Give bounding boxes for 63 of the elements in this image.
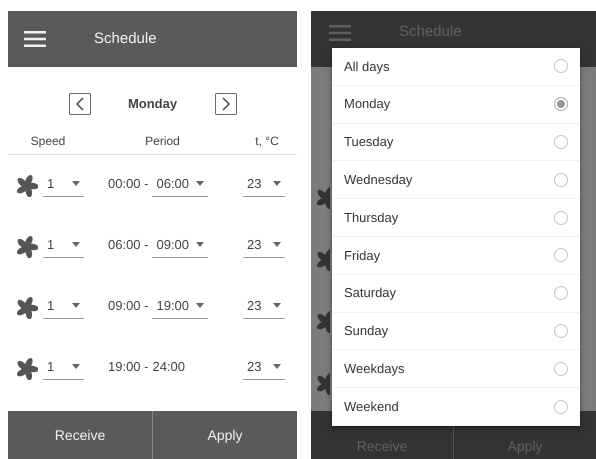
column-header: Speed (30, 133, 66, 150)
period-end: 24:00 (152, 358, 186, 376)
radio-button[interactable] (554, 134, 568, 149)
radio-button[interactable] (554, 324, 568, 338)
fan-icon (16, 358, 38, 380)
column-header: t, °C (254, 133, 280, 150)
fan-icon (16, 236, 38, 258)
day-option[interactable]: Wednesday (332, 161, 580, 200)
caret-icon (72, 181, 80, 186)
radio-button[interactable] (554, 286, 568, 300)
caret-icon (196, 181, 204, 186)
caret-icon (273, 364, 281, 369)
caret-icon (196, 242, 204, 247)
day-option[interactable]: Monday (332, 86, 580, 124)
caret-icon (273, 303, 281, 308)
screen-title: Schedule (94, 28, 157, 49)
radio-button[interactable] (554, 400, 568, 414)
period-end-dropdown[interactable]: 19:00 (152, 296, 208, 320)
day-option[interactable]: Saturday (332, 274, 580, 313)
period-start: 00:00 - (108, 174, 148, 193)
speed-dropdown[interactable]: 1 (43, 174, 84, 198)
fan-icon (16, 296, 38, 318)
temperature-dropdown[interactable]: 23 (243, 356, 285, 380)
day-option[interactable]: All days (332, 48, 580, 86)
caret-icon (273, 242, 281, 247)
speed-dropdown[interactable]: 1 (43, 356, 84, 380)
temperature-dropdown[interactable]: 23 (243, 234, 285, 258)
next-day-button[interactable] (214, 93, 236, 115)
temperature-dropdown[interactable]: 23 (243, 296, 285, 320)
chevron-left-icon (74, 97, 84, 111)
radio-button[interactable] (554, 210, 568, 225)
speed-dropdown[interactable]: 1 (43, 234, 84, 258)
day-option[interactable]: Friday (332, 236, 580, 275)
radio-button[interactable] (554, 59, 568, 74)
fan-icon (16, 174, 38, 196)
day-option[interactable]: Sunday (332, 312, 580, 350)
period-end-dropdown[interactable]: 09:00 (152, 234, 208, 258)
caret-icon (273, 181, 281, 186)
radio-button[interactable] (554, 97, 568, 112)
day-option[interactable]: Tuesday (332, 124, 580, 162)
temperature-dropdown[interactable]: 23 (243, 174, 285, 198)
period-end-dropdown[interactable]: 06:00 (152, 174, 208, 198)
radio-button[interactable] (554, 362, 568, 376)
caret-icon (72, 303, 80, 308)
speed-dropdown[interactable]: 1 (43, 296, 84, 320)
period-start: 19:00 - (108, 358, 148, 376)
previous-day-button[interactable] (68, 93, 90, 115)
day-option[interactable]: Weekend (332, 388, 580, 426)
chevron-right-icon (220, 97, 230, 111)
caret-icon (72, 242, 80, 247)
radio-button[interactable] (554, 172, 568, 187)
day-option[interactable]: Weekdays (332, 350, 580, 388)
radio-button[interactable] (554, 248, 568, 262)
period-start: 06:00 - (108, 236, 148, 254)
period-start: 09:00 - (108, 296, 148, 315)
footer-button[interactable]: Receive (8, 411, 152, 459)
caret-icon (196, 303, 204, 308)
day-label: Monday (126, 95, 178, 114)
footer-button[interactable]: Apply (152, 411, 297, 459)
column-header: Period (144, 133, 181, 150)
caret-icon (72, 364, 80, 369)
menu-icon[interactable] (24, 31, 46, 47)
day-option[interactable]: Thursday (332, 199, 580, 237)
